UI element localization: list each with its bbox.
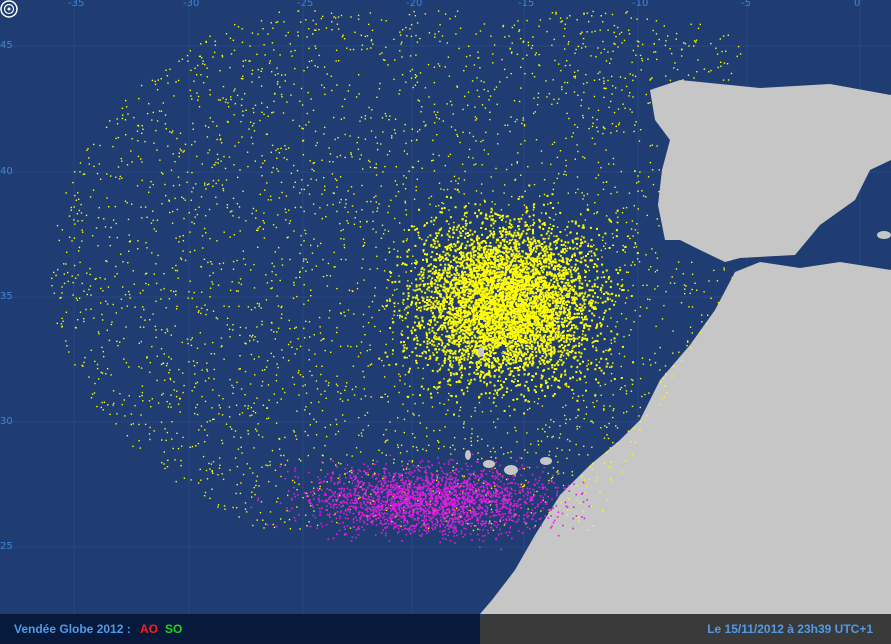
longitude-tick: -20 <box>406 0 423 9</box>
longitude-tick: -15 <box>518 0 535 9</box>
status-bar: Vendée Globe 2012 : AO SO Le 15/11/2012 … <box>0 614 891 644</box>
legend-ao-toggle[interactable]: AO <box>140 622 158 636</box>
legend-so-toggle[interactable]: SO <box>165 622 182 636</box>
map-canvas <box>0 0 891 644</box>
timestamp-label: Le 15/11/2012 à 23h39 UTC+1 <box>707 622 873 636</box>
longitude-tick: -5 <box>741 0 751 9</box>
longitude-tick: -35 <box>68 0 85 9</box>
balearic-islands <box>877 231 891 239</box>
latitude-tick: 35 <box>0 291 13 302</box>
longitude-tick: -30 <box>183 0 200 9</box>
latitude-tick: 45 <box>0 40 13 51</box>
latitude-tick: 40 <box>0 166 13 177</box>
map-view[interactable]: -35 -30 -25 -20 -15 -10 -5 0 45 40 35 30… <box>0 0 891 644</box>
race-legend: Vendée Globe 2012 : AO SO <box>0 614 480 644</box>
madeira-island <box>478 347 484 357</box>
latitude-tick: 30 <box>0 416 13 427</box>
longitude-tick: -25 <box>297 0 314 9</box>
longitude-tick: 0 <box>854 0 861 9</box>
target-circle-icon[interactable] <box>0 0 18 18</box>
longitude-tick: -10 <box>632 0 649 9</box>
race-title: Vendée Globe 2012 : <box>14 622 131 636</box>
latitude-tick: 25 <box>0 541 13 552</box>
timestamp-panel: Le 15/11/2012 à 23h39 UTC+1 <box>480 614 891 644</box>
